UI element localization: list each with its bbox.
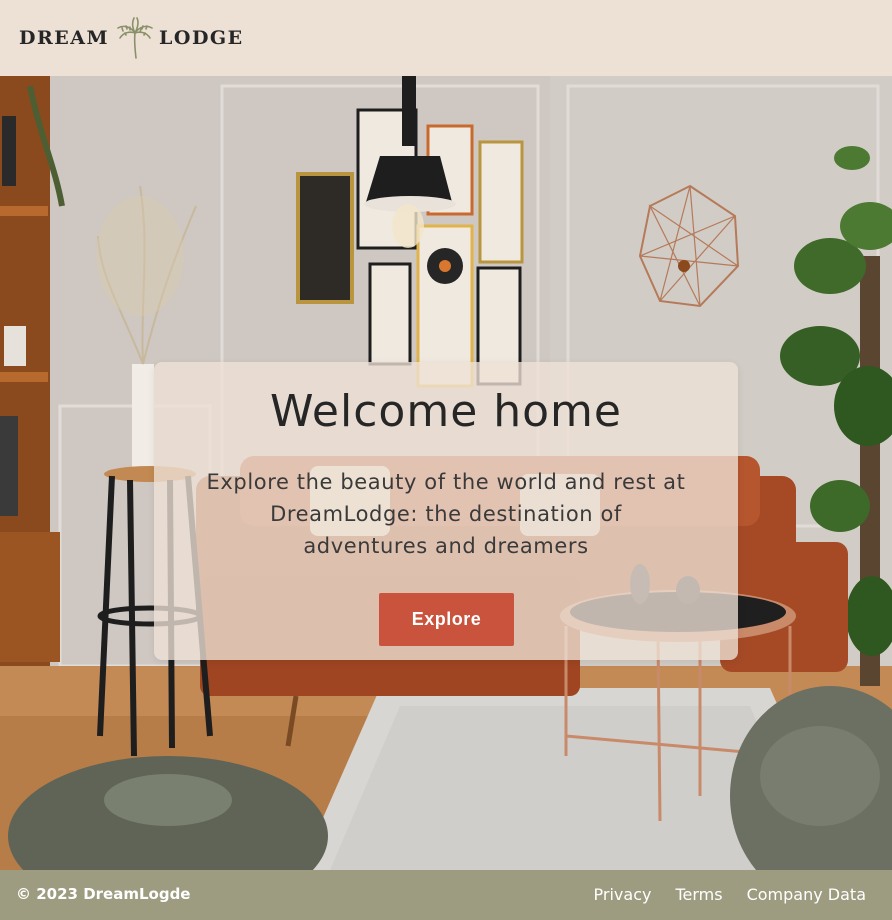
- footer-link-terms[interactable]: Terms: [675, 885, 722, 904]
- site-header: DREAM LODGE: [0, 0, 892, 76]
- logo-text-lodge: LODGE: [159, 27, 244, 49]
- hero-section: Welcome home Explore the beauty of the w…: [0, 76, 892, 870]
- site-footer: © 2023 DreamLogde Privacy Terms Company …: [0, 870, 892, 920]
- palm-tree-icon: [117, 17, 153, 59]
- welcome-description: Explore the beauty of the world and rest…: [206, 470, 686, 558]
- footer-link-privacy[interactable]: Privacy: [594, 885, 652, 904]
- logo[interactable]: DREAM LODGE: [19, 17, 244, 59]
- footer-link-company-data[interactable]: Company Data: [747, 885, 866, 904]
- welcome-title: Welcome home: [270, 386, 622, 437]
- explore-button[interactable]: Explore: [379, 593, 514, 646]
- welcome-card: Welcome home Explore the beauty of the w…: [154, 362, 738, 660]
- logo-text-dream: DREAM: [19, 27, 110, 49]
- footer-nav: Privacy Terms Company Data: [594, 885, 866, 904]
- copyright-text: © 2023 DreamLogde: [16, 885, 191, 903]
